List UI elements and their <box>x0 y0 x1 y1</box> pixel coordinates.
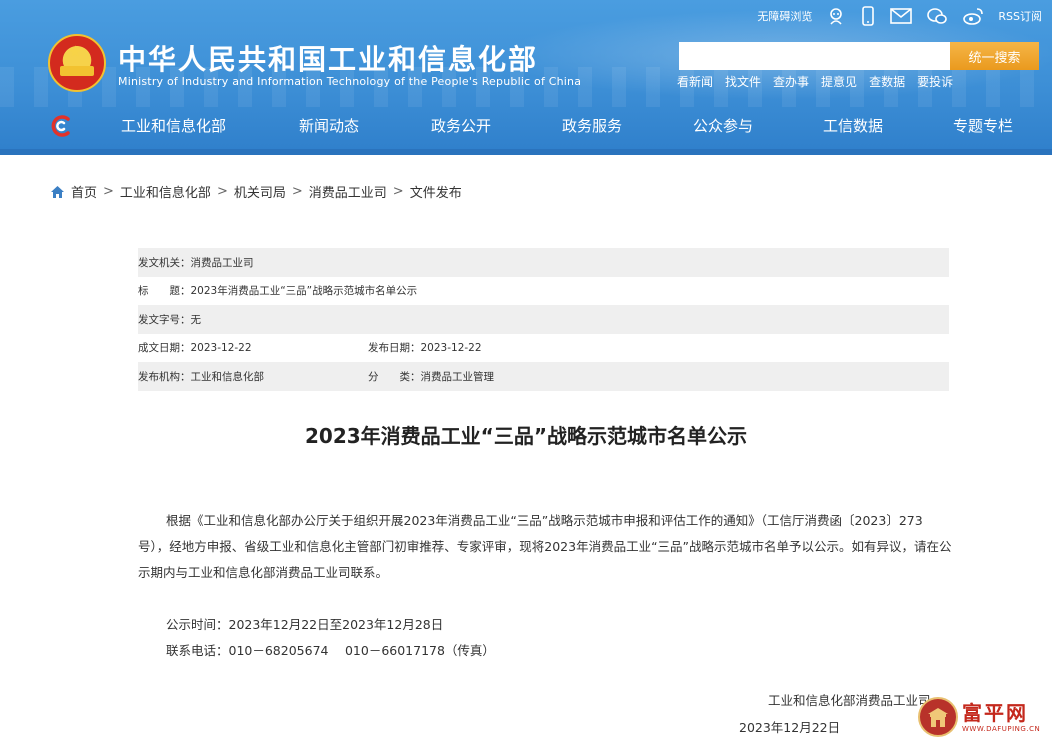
nav-item-gov-services[interactable]: 政务服务 <box>562 115 622 136</box>
nav-item-news[interactable]: 新闻动态 <box>299 115 359 136</box>
main-nav: 工业和信息化部 新闻动态 政务公开 政务服务 公众参与 工信数据 专题专栏 <box>0 103 1052 149</box>
page-root: 无障碍浏览 RSS订阅 ★ 中华人民共和国工业和信息化部 Ministry of… <box>0 0 1052 740</box>
search-button[interactable]: 统一搜索 <box>950 42 1039 70</box>
national-emblem-logo: ★ <box>48 34 106 92</box>
notice-period: 公示时间：2023年12月22日至2023年12月28日 <box>166 617 444 632</box>
quick-links: 看新闻 找文件 查办事 提意见 查数据 要投诉 <box>677 73 953 90</box>
site-title[interactable]: 中华人民共和国工业和信息化部 <box>118 38 538 78</box>
meta-row: 发文机关：消费品工业司 <box>138 248 949 277</box>
meta-title: 标 题：2023年消费品工业“三品”战略示范城市名单公示 <box>138 285 418 298</box>
top-links: 无障碍浏览 RSS订阅 <box>757 5 1042 27</box>
nav-divider <box>0 149 1052 155</box>
breadcrumb-home[interactable]: 首页 <box>71 182 97 201</box>
breadcrumb-file-release[interactable]: 文件发布 <box>410 182 462 201</box>
breadcrumb-separator: > <box>216 184 228 199</box>
meta-row: 成文日期：2023-12-22 发布日期：2023-12-22 <box>138 334 949 363</box>
site-header: 无障碍浏览 RSS订阅 ★ 中华人民共和国工业和信息化部 Ministry of… <box>0 0 1052 155</box>
search-input[interactable] <box>679 42 950 70</box>
breadcrumb-separator: > <box>291 184 303 199</box>
signature-date: 2023年12月22日 <box>739 720 841 735</box>
watermark-url: WWW.DAFUPING.CN <box>962 724 1041 733</box>
article-paragraph: 根据《工业和信息化部办公厅关于组织开展2023年消费品工业“三品”战略示范城市申… <box>138 513 952 580</box>
gate-tower-icon <box>918 697 958 737</box>
meta-doc-number: 发文字号：无 <box>138 313 201 326</box>
signature-org: 工业和信息化部消费品工业司 <box>768 693 931 708</box>
quick-link-news[interactable]: 看新闻 <box>677 73 713 90</box>
nav-item-topics[interactable]: 专题专栏 <box>953 115 1013 136</box>
weibo-icon[interactable] <box>962 6 984 26</box>
meta-category: 分 类：消费品工业管理 <box>368 370 494 383</box>
article-title: 2023年消费品工业“三品”战略示范城市名单公示 <box>305 424 747 448</box>
meta-created-date: 成文日期：2023-12-22 <box>138 342 252 355</box>
quick-link-services[interactable]: 查办事 <box>773 73 809 90</box>
wechat-icon[interactable] <box>926 6 948 26</box>
nav-item-public-participation[interactable]: 公众参与 <box>693 115 753 136</box>
nav-item-ministry[interactable]: 工业和信息化部 <box>121 115 226 136</box>
quick-link-feedback[interactable]: 提意见 <box>821 73 857 90</box>
nav-item-gov-affairs[interactable]: 政务公开 <box>431 115 491 136</box>
breadcrumb-separator: > <box>103 184 114 199</box>
quick-link-data[interactable]: 查数据 <box>869 73 905 90</box>
breadcrumb-departments[interactable]: 机关司局 <box>234 182 286 201</box>
meta-row: 标 题：2023年消费品工业“三品”战略示范城市名单公示 <box>138 277 949 306</box>
breadcrumb: 首页 > 工业和信息化部 > 机关司局 > 消费品工业司 > 文件发布 <box>50 182 462 201</box>
mail-icon[interactable] <box>890 7 913 25</box>
quick-link-files[interactable]: 找文件 <box>725 73 761 90</box>
contact-phone: 联系电话：010－68205674 010－66017178（传真） <box>166 643 495 658</box>
nav-item-data[interactable]: 工信数据 <box>823 115 883 136</box>
watermark-name: 富平网 <box>962 700 1028 725</box>
home-icon[interactable] <box>50 185 65 199</box>
breadcrumb-consumer-goods-dept[interactable]: 消费品工业司 <box>309 182 387 201</box>
accessibility-link[interactable]: 无障碍浏览 <box>757 8 812 24</box>
meta-issuer: 发文机关：消费品工业司 <box>138 256 254 269</box>
breadcrumb-ministry[interactable]: 工业和信息化部 <box>120 182 211 201</box>
document-metadata-table: 发文机关：消费品工业司 标 题：2023年消费品工业“三品”战略示范城市名单公示… <box>138 248 949 391</box>
breadcrumb-separator: > <box>392 184 404 199</box>
meta-published-date: 发布日期：2023-12-22 <box>368 342 482 355</box>
robot-assistant-icon[interactable] <box>826 6 846 26</box>
meta-row: 发文字号：无 <box>138 305 949 334</box>
site-subtitle: Ministry of Industry and Information Tec… <box>118 75 582 88</box>
mobile-icon[interactable] <box>860 6 876 26</box>
ministry-c-logo-icon[interactable] <box>48 113 74 139</box>
meta-publisher: 发布机构：工业和信息化部 <box>138 370 264 383</box>
meta-row: 发布机构：工业和信息化部 分 类：消费品工业管理 <box>138 362 949 391</box>
rss-link[interactable]: RSS订阅 <box>998 8 1042 24</box>
watermark: 富平网 WWW.DAFUPING.CN <box>918 694 1052 740</box>
quick-link-complaint[interactable]: 要投诉 <box>917 73 953 90</box>
